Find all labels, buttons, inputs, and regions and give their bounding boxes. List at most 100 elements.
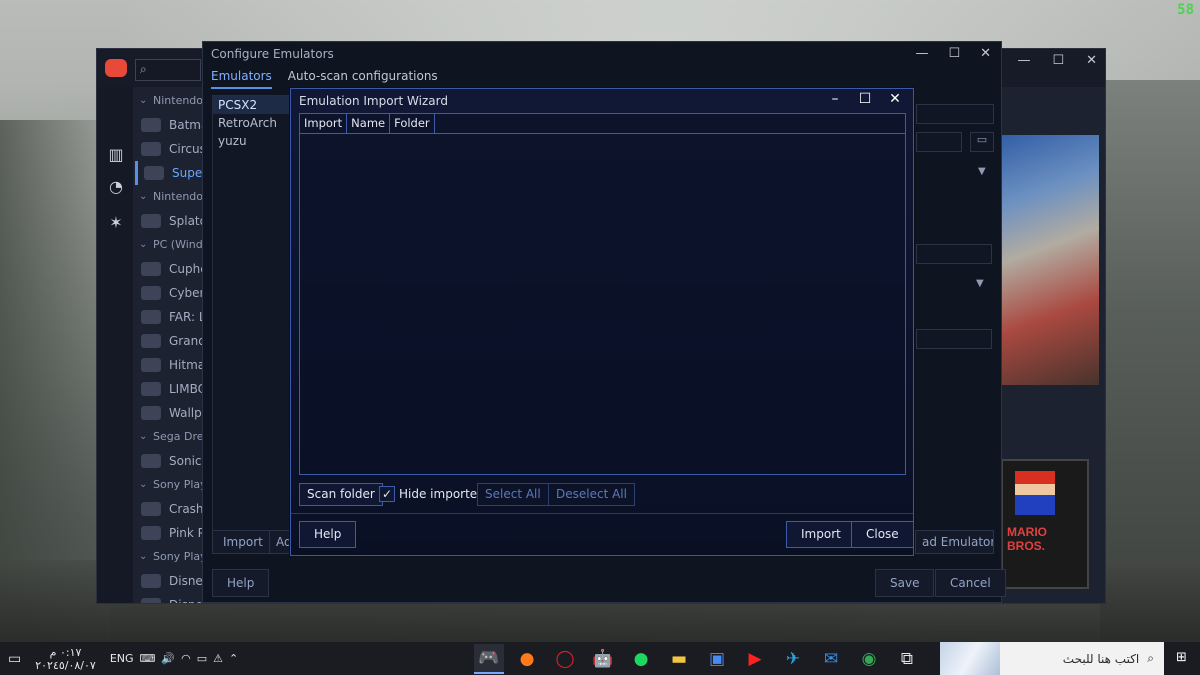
game-icon: [141, 310, 161, 324]
chevron-down-icon: ⌄: [139, 191, 148, 202]
library-row-label: Grand: [169, 334, 206, 348]
arguments-field[interactable]: [916, 329, 992, 349]
import-emulators-button[interactable]: Import: [212, 530, 274, 554]
chevron-down-icon: ⌄: [139, 479, 148, 490]
download-emulators-button[interactable]: ad Emulators...: [915, 530, 994, 554]
chevron-down-icon: ⌄: [139, 551, 148, 562]
library-row-label: Circus: [169, 142, 206, 156]
browse-folder-icon[interactable]: ▭: [970, 132, 994, 152]
cover-title: MARIO BROS.: [1007, 525, 1047, 553]
hide-imported-checkbox[interactable]: ✓: [379, 486, 395, 502]
close-icon[interactable]: ✕: [980, 46, 991, 61]
wifi-icon[interactable]: ◠: [181, 652, 191, 665]
close-icon[interactable]: ✕: [1086, 53, 1097, 68]
clock-date: ٢٠٢٤٥/٠٨/٠٧: [35, 658, 96, 672]
cancel-button[interactable]: Cancel: [935, 569, 1006, 597]
chevron-down-icon[interactable]: ▼: [976, 278, 984, 289]
robot-app-icon[interactable]: 🤖: [588, 644, 618, 674]
game-icon: [141, 118, 161, 132]
spotify-icon[interactable]: ●: [626, 644, 656, 674]
minimize-icon[interactable]: —: [915, 46, 928, 61]
chevron-down-icon[interactable]: ▼: [978, 166, 986, 177]
firefox-icon[interactable]: ●: [512, 644, 542, 674]
battery-icon[interactable]: ▭: [197, 652, 207, 665]
cover-sprite: [1015, 471, 1055, 515]
library-icon[interactable]: ▥: [106, 145, 126, 165]
column-header-import[interactable]: Import: [300, 114, 348, 134]
select-all-button[interactable]: Select All: [477, 483, 549, 506]
chevron-down-icon: ⌄: [139, 95, 148, 106]
minimize-icon[interactable]: —: [1017, 53, 1030, 68]
security-icon[interactable]: ⚠: [213, 652, 223, 665]
game-icon: [141, 502, 161, 516]
help-button[interactable]: Help: [299, 521, 357, 548]
background-cover-image: [999, 135, 1099, 385]
mail-icon[interactable]: ✉: [816, 644, 846, 674]
volume-icon[interactable]: 🔊: [161, 652, 175, 665]
game-icon: [141, 454, 161, 468]
chevron-down-icon: ⌄: [139, 239, 148, 250]
chrome-icon[interactable]: ◉: [854, 644, 884, 674]
tab-emulators[interactable]: Emulators: [211, 69, 272, 89]
notifications-icon[interactable]: ▭: [8, 651, 21, 667]
favorites-icon[interactable]: ✶: [106, 213, 126, 233]
translate-icon[interactable]: ▣: [702, 644, 732, 674]
fps-counter: 58: [1177, 2, 1194, 18]
game-icon: [141, 574, 161, 588]
library-search-input[interactable]: ⌕: [135, 59, 201, 81]
deselect-all-button[interactable]: Deselect All: [548, 483, 635, 506]
maximize-icon[interactable]: ☐: [948, 46, 960, 61]
language-indicator[interactable]: ENG: [110, 652, 134, 665]
maximize-icon[interactable]: ☐: [1052, 53, 1064, 68]
emulator-item[interactable]: RetroArch: [213, 114, 297, 132]
search-placeholder: اكتب هنا للبحث: [1062, 651, 1140, 666]
wizard-window-controls: – ☐ ✕: [827, 91, 903, 107]
game-cover-image[interactable]: MARIO BROS.: [1001, 459, 1089, 589]
installation-folder-field[interactable]: [916, 132, 962, 152]
keyboard-icon[interactable]: ⌨: [140, 652, 156, 665]
game-icon: [141, 406, 161, 420]
clock-time: ٠:١٧ م: [49, 645, 82, 659]
minimize-icon[interactable]: –: [827, 91, 843, 107]
wallpaper-dock: [1100, 80, 1200, 640]
help-button[interactable]: Help: [212, 569, 270, 597]
clock[interactable]: ٠:١٧ م ٢٠٢٤٥/٠٨/٠٧: [35, 646, 96, 672]
telegram-icon[interactable]: ✈: [778, 644, 808, 674]
dialog-title: Configure Emulators: [211, 47, 334, 61]
tab-auto-scan[interactable]: Auto-scan configurations: [288, 69, 438, 89]
import-grid[interactable]: Import Name Folder: [299, 113, 906, 475]
windows-start-icon[interactable]: ⊞: [1176, 651, 1190, 665]
library-row-label: Nintendo: [153, 190, 204, 203]
chevron-up-icon[interactable]: ⌃: [229, 652, 238, 665]
library-row-label: Crash: [169, 502, 204, 516]
task-view-icon[interactable]: ⧉: [892, 644, 922, 674]
column-header-name[interactable]: Name: [347, 114, 391, 134]
settings-field[interactable]: [916, 244, 992, 264]
scan-folder-button[interactable]: Scan folder: [299, 483, 383, 506]
wizard-toolbar: Scan folder ✓ Hide imported Select All D…: [299, 483, 905, 507]
maximize-icon[interactable]: ☐: [857, 91, 873, 107]
emulator-item[interactable]: yuzu: [213, 132, 297, 150]
youtube-icon[interactable]: ▶: [740, 644, 770, 674]
playnite-logo-icon[interactable]: [105, 59, 127, 77]
close-icon[interactable]: ✕: [887, 91, 903, 107]
grid-header: Import Name Folder: [300, 114, 905, 134]
save-button[interactable]: Save: [875, 569, 935, 597]
column-header-folder[interactable]: Folder: [390, 114, 435, 134]
playnite-taskbar-icon[interactable]: 🎮: [474, 643, 504, 674]
chevron-down-icon: ⌄: [139, 431, 148, 442]
wizard-divider: [291, 513, 913, 514]
emulator-item[interactable]: PCSX2: [213, 96, 297, 114]
dialog-tabs: Emulators Auto-scan configurations: [211, 69, 438, 89]
taskbar-search-box[interactable]: اكتب هنا للبحث ⌕: [940, 642, 1164, 675]
emulator-name-field[interactable]: [916, 104, 994, 124]
opera-icon[interactable]: ◯: [550, 644, 580, 674]
game-icon: [141, 526, 161, 540]
playnite-sidebar: ▥ ◔ ✶: [97, 87, 133, 603]
close-button[interactable]: Close: [851, 521, 914, 548]
library-row-label: Sony Play: [153, 478, 207, 491]
hide-imported-label: Hide imported: [399, 487, 485, 501]
import-button[interactable]: Import: [786, 521, 856, 548]
statistics-icon[interactable]: ◔: [106, 177, 126, 197]
file-explorer-icon[interactable]: ▬: [664, 644, 694, 674]
